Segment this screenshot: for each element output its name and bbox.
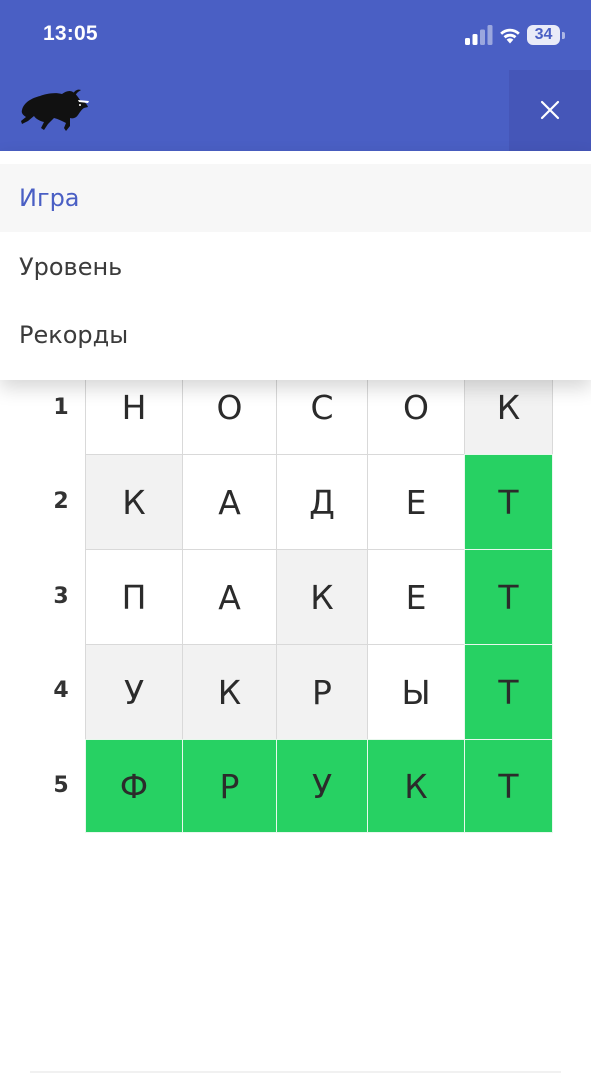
row-number-3: 3: [53, 584, 69, 609]
menu-item-game[interactable]: Игра: [0, 164, 591, 232]
grid-cell[interactable]: Ф: [85, 739, 183, 833]
grid-cell[interactable]: Т: [464, 644, 553, 740]
nav-menu: Игра Уровень Рекорды: [0, 151, 591, 380]
grid-cell[interactable]: К: [276, 549, 368, 645]
battery-icon: 34: [527, 25, 567, 45]
app-header: 13:05 34: [0, 0, 591, 151]
grid-cell[interactable]: Е: [367, 454, 465, 550]
row-number-4: 4: [53, 678, 69, 703]
grid-cell[interactable]: Р: [182, 739, 277, 833]
grid-cell[interactable]: Т: [464, 739, 553, 833]
grid-cell[interactable]: К: [85, 454, 183, 550]
menu-item-records[interactable]: Рекорды: [0, 301, 591, 369]
bottom-divider: [30, 1071, 561, 1073]
wifi-icon: [500, 28, 520, 44]
grid-cell[interactable]: К: [367, 739, 465, 833]
row-number-5: 5: [53, 773, 69, 798]
battery-level: 34: [534, 26, 553, 43]
grid-cell[interactable]: А: [182, 454, 277, 550]
grid-cell[interactable]: У: [85, 644, 183, 740]
close-icon: [540, 100, 560, 120]
grid-cell[interactable]: А: [182, 549, 277, 645]
grid-cell[interactable]: Т: [464, 454, 553, 550]
row-number-2: 2: [53, 489, 69, 514]
grid-cell[interactable]: Д: [276, 454, 368, 550]
grid-cell[interactable]: Р: [276, 644, 368, 740]
grid-cell[interactable]: Ы: [367, 644, 465, 740]
menu-item-level[interactable]: Уровень: [0, 233, 591, 301]
status-icons: 34: [465, 24, 567, 48]
close-menu-button[interactable]: [509, 70, 591, 151]
grid-cell[interactable]: П: [85, 549, 183, 645]
row-number-1: 1: [53, 395, 69, 420]
grid-cell[interactable]: У: [276, 739, 368, 833]
grid-cell[interactable]: Т: [464, 549, 553, 645]
signal-icon: [465, 25, 493, 45]
status-time: 13:05: [43, 22, 98, 45]
grid-cell[interactable]: Е: [367, 549, 465, 645]
bull-logo-icon[interactable]: [18, 88, 90, 134]
grid-cell[interactable]: К: [182, 644, 277, 740]
